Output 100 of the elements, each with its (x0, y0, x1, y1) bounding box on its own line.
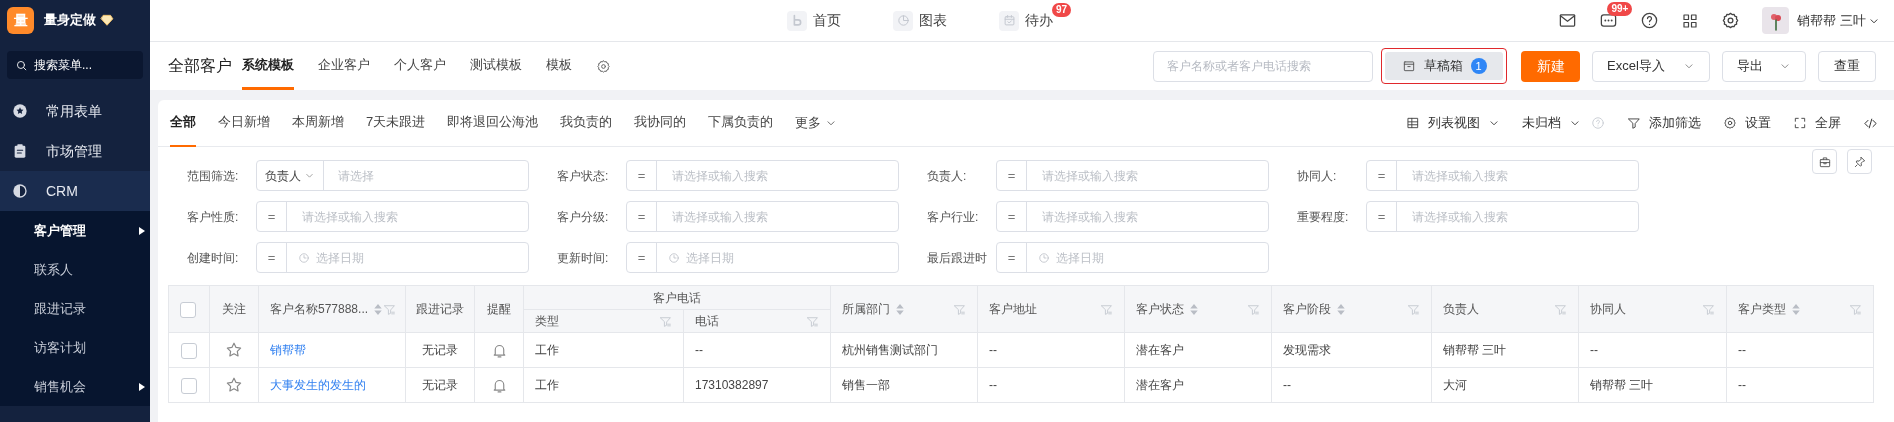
filter-tab[interactable]: 我协同的 (634, 99, 687, 147)
filter-tab[interactable]: 即将退回公海池 (447, 99, 539, 147)
template-tab[interactable]: 测试模板 (470, 42, 522, 90)
filter-icon[interactable] (953, 302, 966, 316)
column-header: 客户阶段 (1283, 301, 1331, 318)
filter-icon[interactable] (1702, 302, 1715, 316)
submenu-item[interactable]: 访客计划 (0, 328, 150, 367)
filter-icon[interactable] (659, 314, 672, 328)
filter-field[interactable]: = 请选择或输入搜索 (996, 201, 1269, 232)
filter-field[interactable]: = 请选择或输入搜索 (626, 201, 899, 232)
import-dropdown[interactable]: Excel导入 (1592, 50, 1710, 82)
column-header: 提醒 (487, 301, 511, 318)
avatar[interactable] (1762, 7, 1790, 34)
filter-field[interactable]: = 请选择或输入搜索 (1366, 201, 1639, 232)
chat-icon[interactable] (1599, 11, 1619, 30)
submenu-item[interactable]: 联系人 (0, 250, 150, 289)
help-icon[interactable] (1640, 11, 1660, 30)
menu-item[interactable]: CRM (0, 171, 150, 211)
sort-icon[interactable] (1336, 302, 1346, 316)
filter-field[interactable]: = 请选择或输入搜索 (996, 160, 1269, 191)
filter-icon[interactable] (1554, 302, 1567, 316)
submenu-item[interactable]: 销售机会 (0, 367, 150, 406)
pin-button[interactable] (1847, 149, 1872, 174)
draft-button[interactable]: 草稿箱 1 (1385, 52, 1503, 80)
filter-field[interactable]: = 请选择或输入搜索 (626, 160, 899, 191)
top-nav-link[interactable]: 待办 (999, 10, 1053, 31)
filter-label: 协同人: (1297, 167, 1338, 185)
filter-icon[interactable] (1100, 302, 1113, 316)
sort-icon[interactable] (895, 302, 905, 316)
filter-icon[interactable] (1849, 302, 1862, 316)
template-tab[interactable]: 企业客户 (318, 42, 370, 90)
filter-tab[interactable]: 全部 (170, 99, 196, 147)
filter-icon[interactable] (1247, 302, 1260, 316)
filter-field[interactable]: = 请选择或输入搜索 (256, 201, 529, 232)
sort-icon[interactable] (1189, 302, 1199, 316)
clock-icon (1038, 251, 1050, 264)
filter-tab[interactable]: 7天未跟进 (366, 99, 426, 147)
table-cell: -- (1283, 378, 1291, 392)
settings-icon[interactable] (1721, 11, 1741, 30)
column-header: 电话 (695, 313, 719, 330)
filter-tab[interactable]: 今日新增 (218, 99, 270, 147)
page-title: 全部客户 (168, 56, 232, 76)
filter-icon[interactable] (1407, 302, 1420, 316)
checkbox[interactable] (181, 377, 197, 394)
filter-tab[interactable]: 我负责的 (560, 99, 613, 147)
menu-item[interactable]: 市场管理 (0, 131, 150, 171)
filter-field[interactable]: = 请选择或输入搜索 (1366, 160, 1639, 191)
filter-icon[interactable] (806, 314, 819, 328)
template-tab[interactable]: 模板 (546, 42, 572, 90)
mail-icon[interactable] (1558, 11, 1578, 30)
more-tab[interactable]: 更多 (795, 113, 838, 133)
search-icon (15, 58, 28, 72)
search-field[interactable]: 客户名称或者客户电话搜索 (1153, 50, 1373, 82)
template-tab[interactable]: 个人客户 (394, 42, 446, 90)
fullscreen-button[interactable]: 全屏 (1793, 113, 1841, 133)
filter-field[interactable]: = 选择日期 (996, 242, 1269, 273)
filter-label: 更新时间: (557, 249, 610, 267)
customer-link[interactable]: 销帮帮 (270, 343, 306, 357)
column-header: 客户地址 (989, 301, 1037, 318)
brand-name: 量身定做 (44, 11, 96, 30)
calendar-check-icon (1001, 13, 1017, 28)
template-tab[interactable]: 系统模板 (242, 42, 294, 90)
sort-icon[interactable] (373, 302, 384, 316)
dedupe-button[interactable]: 查重 (1818, 50, 1876, 82)
filter-label: 负责人: (927, 167, 968, 185)
table-cell: -- (1738, 343, 1746, 357)
filter-label: 重要程度: (1297, 208, 1350, 226)
filter-tab[interactable]: 本周新增 (292, 99, 344, 147)
checkbox[interactable] (181, 342, 197, 359)
menu-search-field[interactable]: 搜索菜单... (7, 51, 143, 79)
filter-button[interactable]: 添加筛选 (1627, 113, 1701, 133)
filter-label: 创建时间: (187, 249, 240, 267)
table-cell: 潜在客户 (1136, 343, 1184, 357)
submenu-item[interactable]: 跟进记录 (0, 289, 150, 328)
filter-field[interactable]: = 选择日期 (256, 242, 529, 273)
table-cell: -- (1738, 378, 1746, 392)
table-cell: -- (695, 343, 703, 357)
grid-icon[interactable] (1681, 11, 1700, 30)
submenu-item[interactable]: 客户管理 (0, 211, 150, 250)
toolbox-icon (1817, 154, 1832, 169)
archive-box-icon (1401, 59, 1416, 73)
checkbox[interactable] (180, 301, 196, 318)
user-menu[interactable]: 销帮帮 三叶 (1797, 10, 1880, 31)
top-nav-link[interactable]: 首页 (787, 10, 841, 31)
table-cell: -- (989, 378, 997, 392)
filter-label: 客户状态: (557, 167, 610, 185)
filter-field[interactable]: = 选择日期 (626, 242, 899, 273)
archive-dropdown[interactable]: 未归档 (1522, 113, 1581, 133)
sort-icon[interactable] (1791, 302, 1801, 316)
toolbox-button[interactable] (1812, 149, 1837, 174)
view-dropdown[interactable]: 列表视图 (1406, 113, 1500, 133)
table-cell: -- (1590, 343, 1598, 357)
top-nav-link[interactable]: 图表 (893, 10, 947, 31)
filter-icon[interactable] (383, 302, 397, 316)
filter-field[interactable]: 负责人 请选择 (256, 160, 529, 191)
export-dropdown[interactable]: 导出 (1722, 50, 1806, 82)
menu-item[interactable]: 常用表单 (0, 91, 150, 131)
settings-button[interactable]: 设置 (1723, 113, 1771, 133)
triangle-right-icon (138, 381, 146, 392)
filter-tab[interactable]: 下属负责的 (708, 99, 774, 147)
